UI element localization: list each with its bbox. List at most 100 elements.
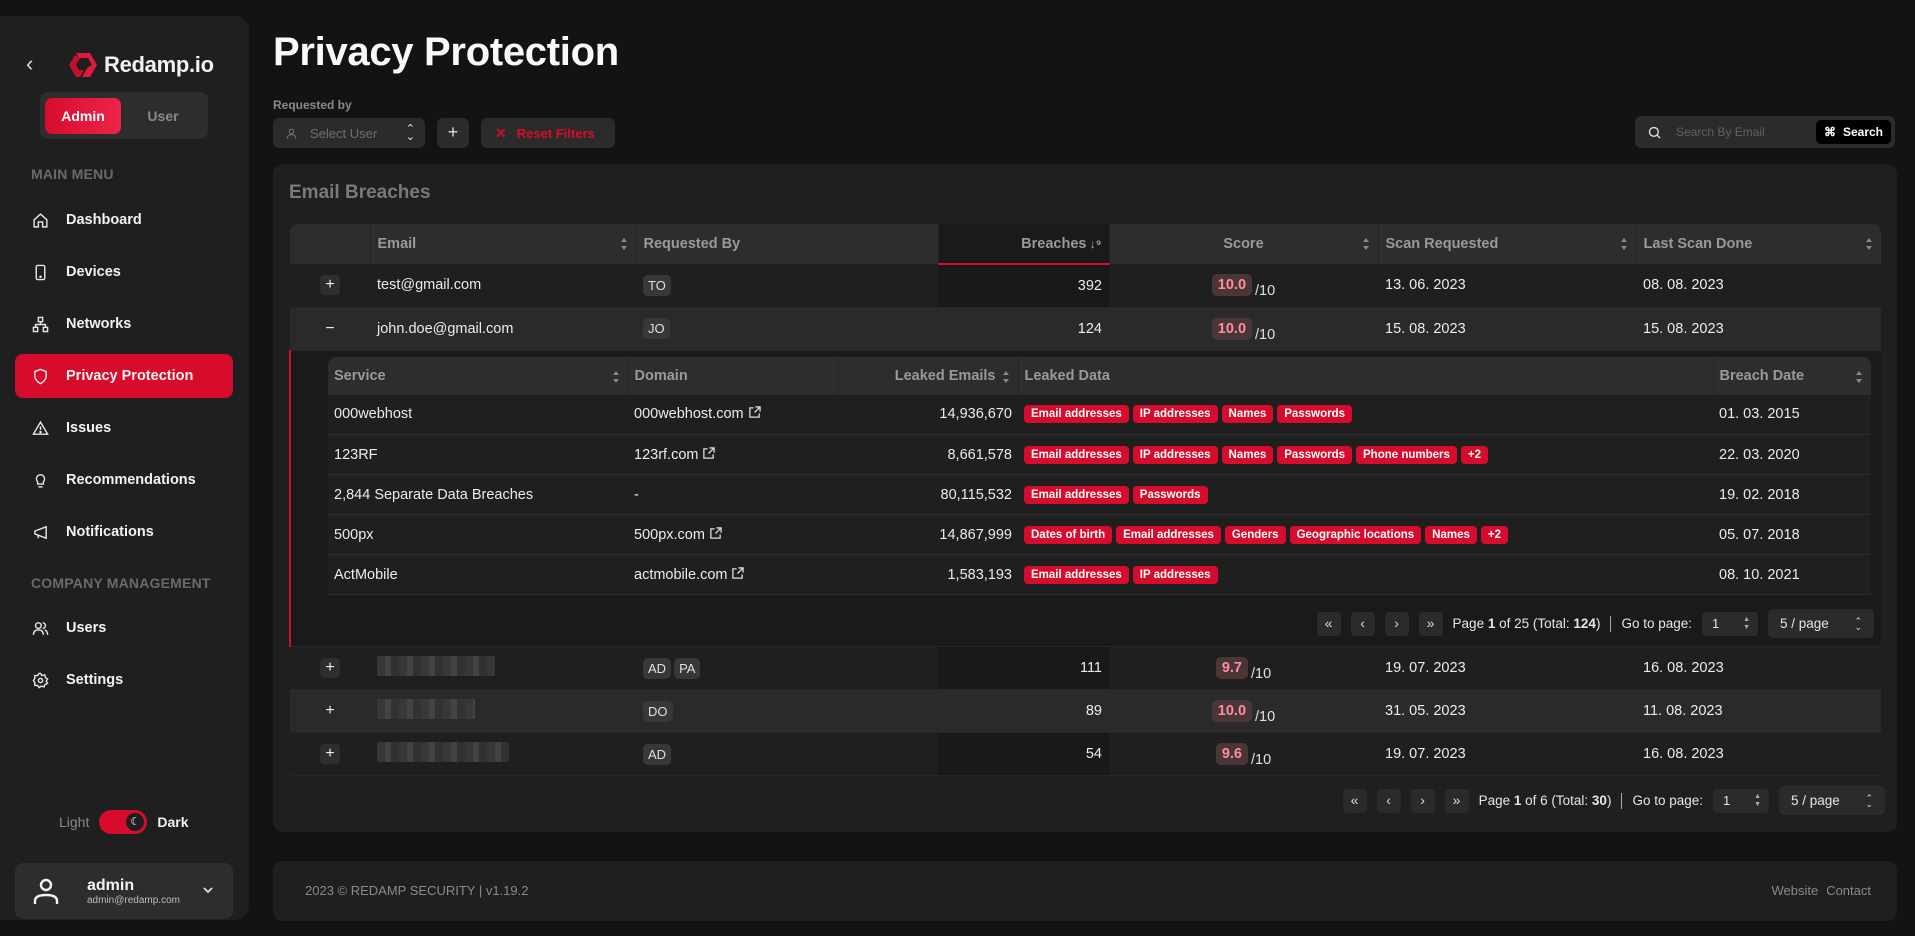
external-link-icon[interactable]: [731, 566, 745, 580]
domain-link[interactable]: 123rf.com: [634, 447, 698, 463]
table-row: + AD 54 9.6/10 19. 07. 2023 16. 08. 2023: [290, 732, 1881, 776]
last-page-button[interactable]: »: [1418, 611, 1443, 636]
last-page-button[interactable]: »: [1444, 788, 1469, 813]
page-title: Privacy Protection: [273, 30, 619, 74]
table-row: + DO 89 10.0/10 31. 05. 2023 11. 08. 202…: [290, 689, 1881, 733]
service-cell: 500px: [328, 514, 628, 555]
sidebar-item-label: Settings: [66, 672, 124, 688]
card-title: Email Breaches: [289, 182, 431, 203]
score-cell: 9.7/10: [1109, 646, 1378, 690]
expand-row-button[interactable]: +: [320, 701, 340, 721]
sidebar-item-recommendations[interactable]: Recommendations: [15, 458, 233, 502]
leaked-data-tag: IP addresses: [1132, 445, 1218, 464]
column-header-score[interactable]: Score: [1109, 224, 1379, 264]
score-cell: 9.6/10: [1109, 732, 1378, 776]
domain-link[interactable]: 000webhost.com: [634, 406, 744, 422]
prev-page-button[interactable]: ‹: [1376, 788, 1401, 813]
network-icon: [31, 315, 49, 333]
score-badge: 10.0: [1211, 274, 1253, 297]
score-cell: 10.0/10: [1109, 307, 1378, 351]
leaked-data-tag: Passwords: [1277, 405, 1352, 424]
sidebar-item-notifications[interactable]: Notifications: [15, 510, 233, 554]
goto-page-input[interactable]: 1 ▲ ▼: [1702, 611, 1758, 636]
breach-date-cell: 19. 02. 2018: [1713, 474, 1871, 515]
back-button[interactable]: ‹: [26, 53, 46, 75]
sidebar-item-settings[interactable]: Settings: [15, 658, 233, 702]
domain-link[interactable]: actmobile.com: [634, 567, 727, 583]
goto-label: Go to page:: [1621, 616, 1692, 631]
score-badge: 10.0: [1211, 700, 1253, 722]
external-link-icon[interactable]: [702, 446, 716, 460]
moon-icon: ☾: [126, 813, 145, 831]
expanded-detail-row: Service Domain Leaked Emails Leaked Data…: [289, 350, 1881, 647]
breaches-cell: 111: [938, 646, 1109, 690]
sidebar-item-issues[interactable]: Issues: [15, 406, 233, 450]
sidebar-item-label: Networks: [66, 316, 132, 332]
last-scan-cell: 15. 08. 2023: [1636, 307, 1881, 351]
score-cell: 10.0/10: [1109, 264, 1378, 308]
detail-row: 000webhost 000webhost.com 14,936,670 Email …: [328, 394, 1871, 435]
user-avatar-icon: [33, 878, 59, 904]
goto-label: Go to page:: [1632, 793, 1703, 808]
sidebar-item-devices[interactable]: Devices: [15, 250, 233, 294]
column-header-email[interactable]: Email: [370, 224, 637, 264]
select-user-dropdown[interactable]: Select User ⌃ ⌄: [273, 118, 425, 148]
sidebar-item-label: Privacy Protection: [66, 368, 194, 384]
sort-icon: [1620, 238, 1627, 250]
sidebar-item-users[interactable]: Users: [15, 606, 233, 650]
column-header-last-scan[interactable]: Last Scan Done: [1636, 224, 1881, 264]
column-header-leaked-emails[interactable]: Leaked Emails: [838, 356, 1019, 395]
sidebar-item-networks[interactable]: Networks: [15, 302, 233, 346]
shield-icon: [31, 367, 49, 385]
search-input[interactable]: [1676, 125, 1806, 139]
role-admin-button[interactable]: Admin: [45, 97, 121, 134]
copyright: 2023 © REDAMP SECURITY | v1.19.2: [305, 883, 529, 898]
sidebar-item-privacy-protection[interactable]: Privacy Protection: [15, 354, 233, 398]
column-header-domain: Domain: [628, 356, 839, 395]
expand-row-button[interactable]: +: [320, 744, 340, 764]
sidebar-item-dashboard[interactable]: Dashboard: [15, 198, 233, 242]
collapse-row-button[interactable]: −: [320, 319, 340, 339]
domain-cell: actmobile.com: [628, 554, 838, 595]
domain-link[interactable]: 500px.com: [634, 527, 705, 543]
contact-link[interactable]: Contact: [1826, 883, 1871, 898]
last-scan-cell: 08. 08. 2023: [1636, 264, 1881, 308]
breaches-cell: 89: [938, 689, 1109, 733]
external-link-icon[interactable]: [748, 406, 761, 419]
website-link[interactable]: Website: [1771, 883, 1818, 898]
external-link-icon[interactable]: [709, 526, 722, 540]
add-filter-button[interactable]: +: [437, 118, 469, 148]
next-page-button[interactable]: ›: [1384, 611, 1409, 636]
next-page-button[interactable]: ›: [1410, 788, 1435, 813]
per-page-select[interactable]: 5 / page ⌃ ⌄: [1768, 609, 1874, 638]
role-user-button[interactable]: User: [125, 98, 201, 134]
expand-row-button[interactable]: +: [320, 275, 340, 296]
sort-icon: [620, 238, 627, 250]
sidebar-item-label: Recommendations: [66, 472, 196, 488]
reset-filters-button[interactable]: ✕ Reset Filters: [481, 118, 615, 148]
user-menu[interactable]: admin admin@redamp.com: [15, 863, 233, 919]
column-header-breaches[interactable]: Breaches ↓⁹: [938, 224, 1110, 265]
column-header-service[interactable]: Service: [328, 356, 629, 395]
theme-dark-label: Dark: [157, 814, 189, 830]
column-header-breach-date[interactable]: Breach Date: [1713, 356, 1871, 395]
leaked-data-tag: Email addresses: [1024, 565, 1129, 584]
prev-page-button[interactable]: ‹: [1350, 611, 1375, 636]
theme-switch[interactable]: ☾: [99, 810, 148, 834]
theme-light-label: Light: [59, 814, 90, 830]
first-page-button[interactable]: «: [1342, 788, 1367, 813]
detail-row: 500px 500px.com 14,867,999 Dates of birth Em…: [328, 514, 1871, 555]
column-header-expand: [290, 224, 371, 264]
column-header-scan-requested[interactable]: Scan Requested: [1378, 224, 1637, 264]
leaked-data-cell: Email addresses IP addresses Names Password…: [1018, 434, 1713, 475]
user-name: admin: [87, 876, 135, 894]
per-page-select[interactable]: 5 / page ⌃ ⌄: [1779, 786, 1885, 815]
first-page-button[interactable]: «: [1316, 611, 1341, 636]
email-cell: john.doe@gmail.com: [370, 307, 636, 351]
goto-page-input[interactable]: 1 ▲ ▼: [1713, 788, 1769, 813]
expand-row-button[interactable]: +: [320, 658, 340, 678]
page-info: Page 1 of 25 (Total: 124): [1452, 616, 1601, 631]
leaked-data-tag: Email addresses: [1024, 485, 1129, 504]
page-info: Page 1 of 6 (Total: 30): [1478, 793, 1612, 808]
search-button[interactable]: ⌘ Search: [1815, 120, 1891, 144]
